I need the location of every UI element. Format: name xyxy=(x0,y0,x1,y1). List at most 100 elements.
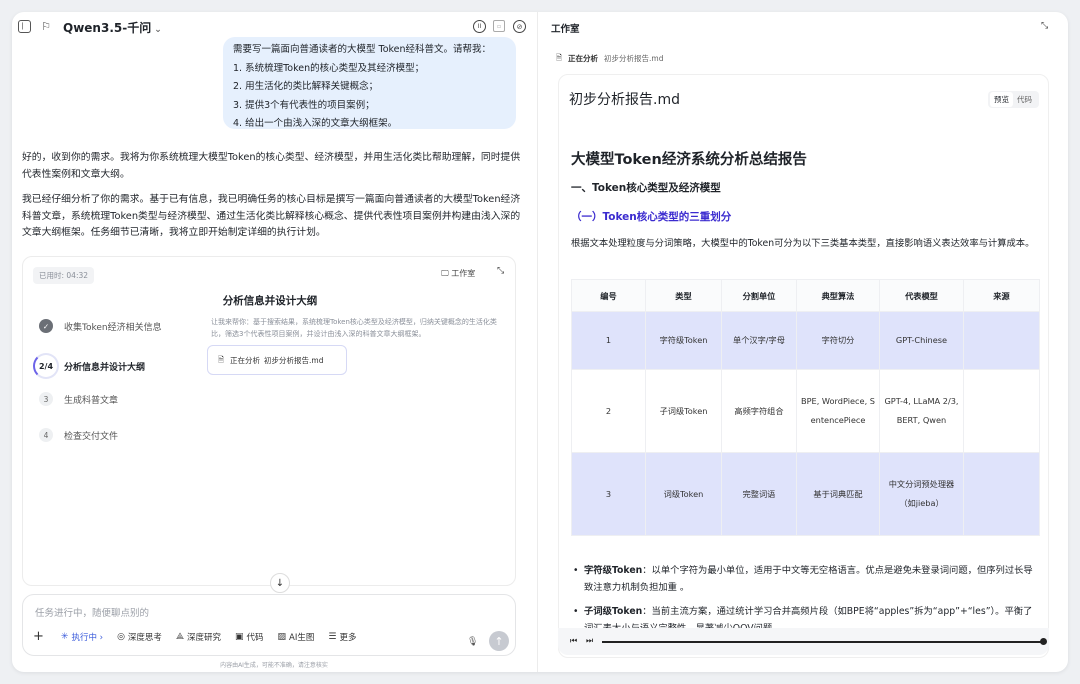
collapse-icon[interactable]: ⤡ xyxy=(1041,21,1048,31)
ai-image-button[interactable]: ▨ AI生图 xyxy=(278,631,315,643)
task-step-label: 收集Token经济相关信息 xyxy=(64,322,162,333)
tool-label: 深度研究 xyxy=(186,632,221,643)
table-row: 3 词级Token 完整词语 基于词典匹配 中文分词预处理器（如jieba） xyxy=(571,452,1040,536)
send-button[interactable]: ↑ xyxy=(489,631,509,651)
token-types-table: 编号 类型 分割单位 典型算法 代表模型 来源 1 字符级Token 单个汉字/… xyxy=(571,279,1040,536)
workspace-link[interactable]: 🖵 工作室 xyxy=(441,268,475,279)
image-icon: ▨ xyxy=(277,631,287,642)
menu-icon: ☰ xyxy=(328,631,337,642)
model-name: Qwen3.5-千问 xyxy=(63,21,152,35)
next-icon[interactable]: ⏭ xyxy=(586,636,593,646)
table-cell: 高频字符组合 xyxy=(721,369,797,453)
input-toolbar: + ✳ 执行中 › ◎ 深度思考 ⟁ 深度研究 ▣ 代码 ▨ AI生图 ☰ 更多 xyxy=(33,629,370,644)
timer-icon[interactable]: II xyxy=(473,20,486,33)
table-cell xyxy=(963,311,1040,370)
compass-icon[interactable]: ⊘ xyxy=(513,20,526,33)
task-step-2[interactable]: 2/4 分析信息并设计大纲 xyxy=(33,353,145,379)
table-cell: 2 xyxy=(571,369,646,453)
progress-ring: 2/4 xyxy=(33,353,59,379)
microphone-icon[interactable]: 🎙 xyxy=(467,637,478,647)
document-icon: 🗎 xyxy=(556,53,563,62)
table-header-row: 编号 类型 分割单位 典型算法 代表模型 来源 xyxy=(571,279,1040,312)
document-viewer: 初步分析报告.md 预览 代码 大模型Token经济系统分析总结报告 一、Tok… xyxy=(558,74,1049,658)
user-message-line: 3. 提供3个有代表性的项目案例； xyxy=(233,99,375,111)
collapse-icon[interactable]: ⤡ xyxy=(497,266,504,276)
add-button[interactable]: + xyxy=(33,629,47,644)
assistant-reply-1: 好的，收到你的需求。我将为你系统梳理大模型Token的核心类型、经济模型，并用生… xyxy=(22,152,521,180)
task-step-label: 分析信息并设计大纲 xyxy=(64,362,146,373)
code-icon: ▣ xyxy=(234,631,244,642)
user-message-line: 4. 给出一个由浅入深的文章大纲框架。 xyxy=(233,118,398,129)
bullet-dot: • xyxy=(573,606,579,617)
table-cell: 1 xyxy=(571,311,646,370)
executing-button[interactable]: ✳ 执行中 › xyxy=(61,631,103,643)
code-button[interactable]: ▣ 代码 xyxy=(235,631,264,643)
task-title: 分析信息并设计大纲 xyxy=(222,295,318,307)
report-heading: 大模型Token经济系统分析总结报告 xyxy=(571,152,807,168)
document-title: 初步分析报告.md xyxy=(569,92,680,108)
table-cell xyxy=(963,369,1040,453)
table-cell: 词级Token xyxy=(645,452,722,536)
task-progress-card: 已用时: 04:32 🖵 工作室 ⤡ 分析信息并设计大纲 ✓ 收集Token经济… xyxy=(22,256,516,593)
sidebar-toggle-icon[interactable]: ▏ xyxy=(18,20,31,33)
table-cell: 字符级Token xyxy=(645,311,722,370)
tool-label: 深度思考 xyxy=(127,632,162,643)
section-heading: 一、Token核心类型及经济模型 xyxy=(571,182,721,194)
table-cell: 字符切分 xyxy=(796,311,880,370)
playback-track[interactable] xyxy=(602,641,1042,643)
scroll-down-button[interactable]: ↓ xyxy=(270,573,290,593)
more-button[interactable]: ☰ 更多 xyxy=(328,631,356,643)
tool-label: 代码 xyxy=(246,632,264,643)
workspace-link-label: 工作室 xyxy=(451,269,476,278)
window-icon[interactable]: ▫ xyxy=(493,20,505,32)
task-step-3[interactable]: 3 生成科普文章 xyxy=(39,392,118,406)
chat-input-box[interactable]: 任务进行中，随便聊点别的 + ✳ 执行中 › ◎ 深度思考 ⟁ 深度研究 ▣ 代码 ▨ A… xyxy=(22,594,516,656)
deep-thinking-button[interactable]: ◎ 深度思考 xyxy=(117,631,162,643)
app-window: ▏ ⚐ Qwen3.5-千问 ⌄ II ▫ ⊘ 需要写一篇面向普通读者的大模型 T… xyxy=(12,12,1068,672)
table-row: 2 子词级Token 高频字符组合 BPE, WordPiece, Senten… xyxy=(571,369,1040,453)
table-cell: 完整词语 xyxy=(721,452,797,536)
arrow-up-icon: ↑ xyxy=(494,634,504,648)
chat-panel: ▏ ⚐ Qwen3.5-千问 ⌄ II ▫ ⊘ 需要写一篇面向普通读者的大模型 T… xyxy=(12,12,536,672)
deep-research-button[interactable]: ⟁ 深度研究 xyxy=(176,631,221,643)
step-number: 3 xyxy=(39,392,53,406)
elapsed-time: 已用时: 04:32 xyxy=(33,267,95,284)
bullet-dot: • xyxy=(573,565,579,576)
ai-disclaimer: 内容由AI生成，可能不准确，请注意核实 xyxy=(220,662,328,669)
table-row: 1 字符级Token 单个汉字/字母 字符切分 GPT-Chinese xyxy=(571,311,1040,370)
table-cell: 3 xyxy=(571,452,646,536)
previous-icon[interactable]: ⏮ xyxy=(570,636,577,646)
intro-paragraph: 根据文本处理粒度与分词策略，大模型中的Token可分为以下三类基本类型，直接影响… xyxy=(571,238,1035,249)
flag-icon[interactable]: ⚐ xyxy=(40,20,52,33)
task-step-1[interactable]: ✓ 收集Token经济相关信息 xyxy=(39,319,162,333)
playback-bar: ⏮ ⏭ xyxy=(558,628,1049,655)
column-header: 来源 xyxy=(963,279,1040,312)
bullet-text: ：以单个字符为最小单位，适用于中文等无空格语言。优点是避免未登录词问题，但序列过… xyxy=(584,565,1033,593)
preview-tab[interactable]: 预览 xyxy=(990,92,1013,107)
bullet-term: 子词级Token xyxy=(584,606,643,617)
column-header: 分割单位 xyxy=(721,279,797,312)
file-status-chip[interactable]: 🗎 正在分析 初步分析报告.md xyxy=(207,345,347,375)
table-cell: 单个汉字/字母 xyxy=(721,311,797,370)
brain-icon: ◎ xyxy=(117,631,125,642)
user-message-bubble: 需要写一篇面向普通读者的大模型 Token经科普文。请帮我： 1. 系统梳理To… xyxy=(223,37,516,129)
model-selector[interactable]: Qwen3.5-千问 ⌄ xyxy=(63,19,162,36)
task-description: 让我来帮你：基于搜索结果，系统梳理Token核心类型及经济模型，归纳关键概念的生… xyxy=(211,318,497,338)
column-header: 编号 xyxy=(571,279,646,312)
status-filename: 初步分析报告.md xyxy=(604,54,664,63)
table-cell: 中文分词预处理器（如jieba） xyxy=(879,452,964,536)
table-cell xyxy=(963,452,1040,536)
table-cell: BPE, WordPiece, SentencePiece xyxy=(796,369,880,453)
tool-label: 更多 xyxy=(339,632,357,643)
file-status: 正在分析 xyxy=(230,355,261,365)
playback-knob[interactable] xyxy=(1040,638,1047,645)
table-cell: GPT-4, LLaMA 2/3, BERT, Qwen xyxy=(879,369,964,453)
tool-label: 执行中 › xyxy=(71,632,104,643)
chat-input-placeholder: 任务进行中，随便聊点别的 xyxy=(35,608,150,619)
assistant-reply-2: 我已经仔细分析了你的需求。基于已有信息，我已明确任务的核心目标是撰写一篇面向普通… xyxy=(22,194,521,238)
tool-label: AI生图 xyxy=(289,632,315,643)
task-step-label: 生成科普文章 xyxy=(64,395,119,406)
step-number: 4 xyxy=(39,428,53,442)
code-tab[interactable]: 代码 xyxy=(1013,92,1036,107)
task-step-4[interactable]: 4 检查交付文件 xyxy=(39,428,118,442)
